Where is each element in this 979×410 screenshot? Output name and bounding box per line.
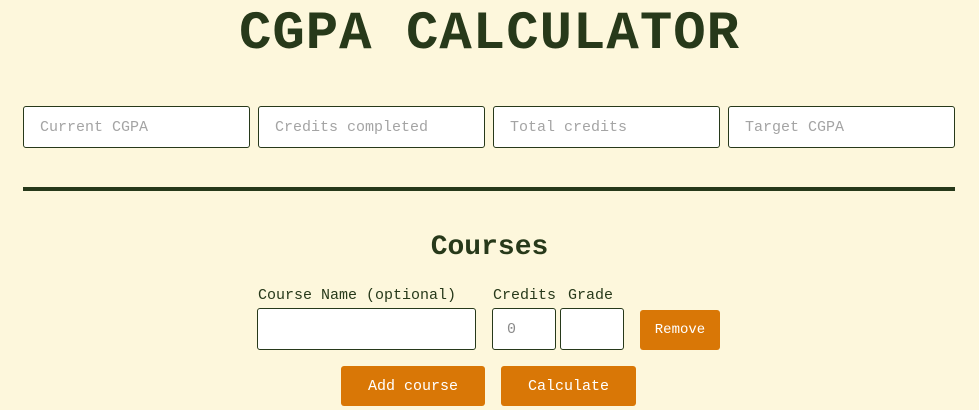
summary-inputs (23, 106, 956, 148)
course-name-column-label: Course Name (optional) (258, 287, 457, 304)
add-course-button[interactable]: Add course (341, 366, 485, 406)
credits-completed-input[interactable] (258, 106, 485, 148)
page-title: CGPA CALCULATOR (238, 4, 741, 65)
total-credits-input[interactable] (493, 106, 720, 148)
credits-column-label: Credits (493, 287, 557, 304)
course-name-input[interactable] (257, 308, 476, 350)
current-cgpa-input[interactable] (23, 106, 250, 148)
remove-course-button[interactable]: Remove (640, 310, 720, 350)
cgpa-calculator-page: CGPA CALCULATOR Courses Course Name (opt… (0, 0, 979, 410)
courses-heading: Courses (430, 232, 549, 263)
grade-column-label: Grade (568, 287, 614, 304)
target-cgpa-input[interactable] (728, 106, 955, 148)
calculate-button[interactable]: Calculate (501, 366, 636, 406)
grade-input[interactable] (560, 308, 624, 350)
credits-input[interactable] (492, 308, 556, 350)
section-divider (23, 187, 955, 191)
